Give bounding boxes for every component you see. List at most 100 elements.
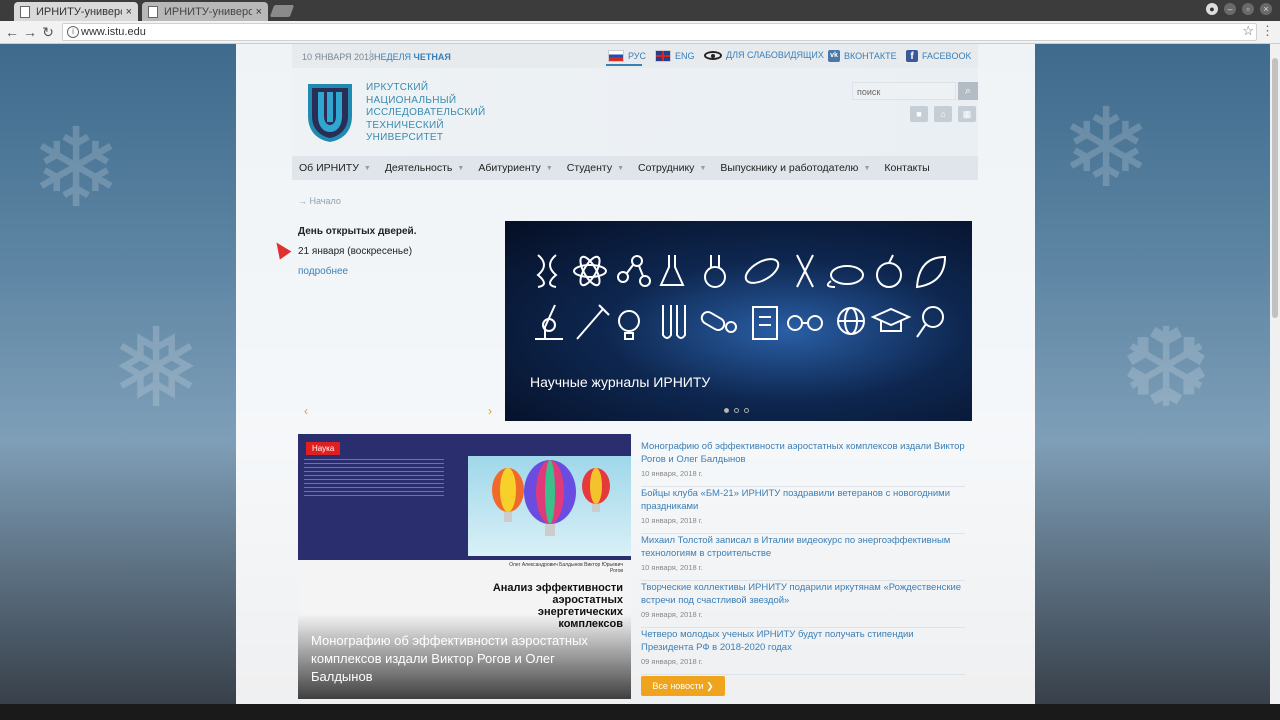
low-vision-label: ДЛЯ СЛАБОВИДЯЩИХ [726, 50, 824, 60]
nav-item-label: Деятельность [384, 162, 453, 174]
site-search: поиск ⌕ [852, 82, 978, 102]
forward-icon[interactable]: → [22, 24, 38, 40]
carousel-dot[interactable] [744, 408, 749, 413]
clipboard-icon [752, 306, 778, 340]
browser-tab[interactable]: ИРНИТУ-университ × [142, 2, 268, 21]
eye-icon [704, 50, 722, 60]
site-header: ИРКУТСКИЙ НАЦИОНАЛЬНЫЙ ИССЛЕДОВАТЕЛЬСКИЙ… [292, 68, 978, 156]
news-date: 10 января, 2018 г. [641, 563, 703, 572]
search-icon: ⌕ [964, 85, 972, 97]
current-date: 10 ЯНВАРЯ 2018 [302, 52, 375, 62]
all-news-button[interactable]: Все новости ❯ [641, 676, 725, 696]
flag-ru-icon [608, 50, 624, 62]
featured-news[interactable]: Наука Олег Александрович Балдынов Виктор… [298, 434, 631, 699]
maximize-icon[interactable]: ▫ [1242, 3, 1254, 15]
week-type: НЕДЕЛЯ ЧЕТНАЯ [374, 52, 451, 62]
nav-item-label: Абитуриенту [478, 162, 541, 174]
lang-en-label: ENG [675, 51, 695, 61]
lang-en-link[interactable]: ENG [655, 50, 695, 62]
news-title-link[interactable]: Бойцы клуба «БМ-21» ИРНИТУ поздравили ве… [641, 487, 965, 513]
new-tab-button[interactable] [269, 5, 295, 17]
home-icon[interactable]: ⌂ [934, 106, 952, 122]
event-more-link[interactable]: подробнее [298, 262, 488, 282]
document-icon [20, 5, 30, 18]
nav-item-students[interactable]: Студенту ▼ [560, 162, 631, 174]
news-title-link[interactable]: Монографию об эффективности аэростатных … [641, 440, 965, 466]
news-title-link[interactable]: Четверо молодых ученых ИРНИТУ будут полу… [641, 628, 965, 654]
microscope-icon [535, 304, 563, 340]
tab-title: ИРНИТУ-университ [36, 5, 122, 18]
site-container: 10 ЯНВАРЯ 2018 НЕДЕЛЯ ЧЕТНАЯ РУС ENG ДЛЯ… [292, 44, 978, 704]
news-item: Михаил Толстой записал в Италии видеокур… [641, 534, 965, 581]
category-tag[interactable]: Наука [306, 442, 341, 455]
nav-item-label: Сотруднику [638, 162, 695, 174]
search-button[interactable]: ⌕ [958, 82, 978, 100]
back-icon[interactable]: ← [4, 24, 20, 40]
vk-link[interactable]: vk ВКОНТАКТЕ [828, 50, 897, 62]
low-vision-link[interactable]: ДЛЯ СЛАБОВИДЯЩИХ [704, 50, 824, 60]
hero-banner[interactable]: Научные журналы ИРНИТУ [505, 221, 972, 421]
close-icon[interactable]: × [256, 6, 262, 18]
snowflake-decoration: ❄ [30, 107, 123, 230]
window-close-icon[interactable]: × [1260, 3, 1272, 15]
carousel-dot[interactable] [734, 408, 739, 413]
lock-icon[interactable]: ■ [910, 106, 928, 122]
test-tubes-icon [662, 305, 686, 339]
graduation-cap-icon [870, 307, 912, 332]
university-logo[interactable] [306, 82, 354, 144]
scrollbar-thumb[interactable] [1272, 58, 1278, 318]
news-item: Монографию об эффективности аэростатных … [641, 440, 965, 487]
facebook-link[interactable]: f FACEBOOK [906, 50, 972, 62]
vk-label: ВКОНТАКТЕ [844, 51, 897, 61]
university-name[interactable]: ИРКУТСКИЙ НАЦИОНАЛЬНЫЙ ИССЛЕДОВАТЕЛЬСКИЙ… [366, 82, 506, 145]
magnifier-icon [916, 306, 944, 338]
nav-item-activity[interactable]: Деятельность ▼ [378, 162, 472, 174]
news-title-link[interactable]: Михаил Толстой записал в Италии видеокур… [641, 534, 965, 560]
bookmark-star-icon[interactable]: ☆ [1242, 23, 1254, 39]
carousel-dots [724, 408, 749, 413]
nav-item-label: Студенту [566, 162, 613, 174]
info-icon[interactable]: i [67, 26, 79, 38]
browser-tab-active[interactable]: ИРНИТУ-университ × [14, 2, 138, 21]
news-item: Творческие коллективы ИРНИТУ подарили ир… [641, 581, 965, 628]
lang-ru-link[interactable]: РУС [608, 50, 646, 62]
news-date: 09 января, 2018 г. [641, 657, 703, 666]
nav-item-graduates[interactable]: Выпускнику и работодателю ▼ [713, 162, 877, 174]
news-title-link[interactable]: Творческие коллективы ИРНИТУ подарили ир… [641, 581, 965, 607]
breadcrumb[interactable]: → Начало [298, 196, 341, 206]
balloon-bulbs-image [468, 456, 631, 556]
leaf-icon [915, 255, 947, 289]
university-name-line: УНИВЕРСИТЕТ [366, 132, 444, 143]
atom-icon [573, 255, 607, 287]
profile-icon[interactable]: ● [1206, 3, 1218, 15]
featured-news-caption[interactable]: Монографию об эффективности аэростатных … [311, 632, 611, 686]
header-icons: ■ ⌂ ▦ [910, 106, 976, 122]
carousel-dot[interactable] [724, 408, 729, 413]
tab-title: ИРНИТУ-университ [164, 5, 252, 18]
molecule-icon [617, 255, 651, 287]
chevron-left-icon[interactable]: ‹ [304, 404, 308, 418]
facebook-label: FACEBOOK [922, 51, 972, 61]
main-navigation: Об ИРНИТУ ▼ Деятельность ▼ Абитуриенту ▼ Ст… [292, 156, 978, 180]
reload-icon[interactable]: ↻ [40, 24, 56, 40]
lightbulb-icon [618, 310, 640, 340]
chevron-right-icon[interactable]: › [488, 404, 492, 418]
divider [370, 50, 371, 62]
minimize-icon[interactable]: – [1224, 3, 1236, 15]
address-bar[interactable]: i www.istu.edu [62, 23, 1257, 41]
grid-icon[interactable]: ▦ [958, 106, 976, 122]
search-input[interactable]: поиск [852, 82, 956, 100]
dna-icon [536, 254, 558, 288]
nav-item-applicants[interactable]: Абитуриенту ▼ [471, 162, 559, 174]
menu-icon[interactable]: ⋮ [1261, 23, 1274, 39]
syringe-icon [576, 304, 610, 340]
close-icon[interactable]: × [126, 6, 132, 18]
nav-item-contacts[interactable]: Контакты [877, 162, 936, 174]
nav-item-about[interactable]: Об ИРНИТУ ▼ [292, 162, 378, 174]
nav-item-staff[interactable]: Сотруднику ▼ [631, 162, 713, 174]
browser-toolbar: ← → ↻ i www.istu.edu ☆ ⋮ [0, 21, 1280, 44]
news-item: Бойцы клуба «БМ-21» ИРНИТУ поздравили ве… [641, 487, 965, 534]
banner-caption: Научные журналы ИРНИТУ [530, 374, 711, 390]
page-scrollbar[interactable] [1270, 44, 1280, 704]
document-icon [148, 5, 158, 18]
